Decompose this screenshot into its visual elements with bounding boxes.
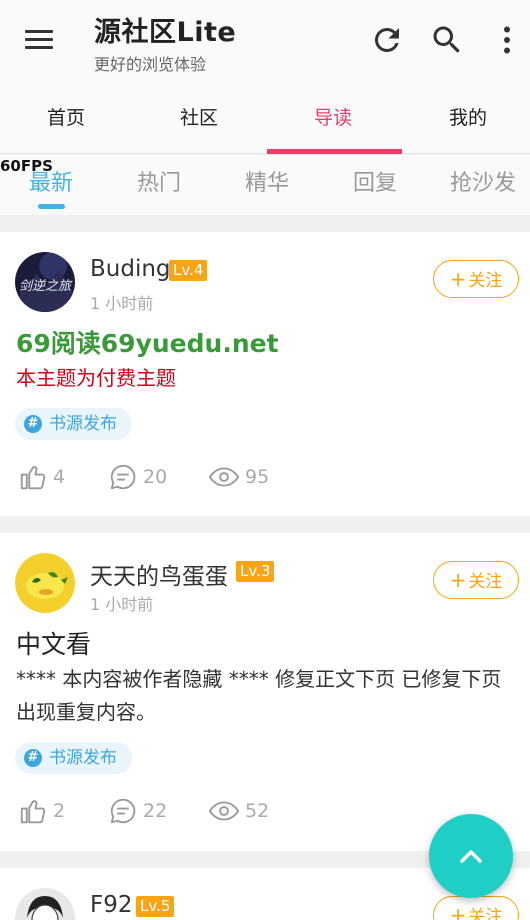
username[interactable]: Buding [90, 256, 171, 282]
post-stats: 4 20 95 [0, 458, 530, 498]
subtab-featured[interactable]: 精华 [213, 165, 321, 197]
level-badge: Lv.5 [136, 896, 175, 917]
thumbs-up-icon [20, 800, 46, 824]
level-badge: Lv.4 [169, 260, 208, 281]
tab-mine[interactable]: 我的 [402, 80, 530, 154]
thumbs-up-icon [20, 466, 46, 490]
like-button[interactable]: 4 [18, 458, 78, 498]
category-tag[interactable]: # 书源发布 [15, 742, 132, 774]
comment-count: 20 [143, 466, 168, 488]
app-subtitle: 更好的浏览体验 [94, 55, 207, 74]
avatar[interactable] [15, 888, 75, 920]
view-count-display: 52 [208, 792, 278, 832]
avatar[interactable] [15, 553, 75, 613]
comment-button[interactable]: 22 [108, 792, 178, 832]
tab-community[interactable]: 社区 [133, 80, 265, 154]
comment-count: 22 [143, 800, 168, 822]
sub-tabs: 最新 热门 精华 回复 抢沙发 [0, 155, 530, 215]
follow-button[interactable]: + 关注 [433, 896, 519, 920]
refresh-icon[interactable] [369, 22, 405, 58]
tab-indicator [267, 149, 402, 154]
post-title[interactable]: 69阅读69yuedu.net [16, 324, 279, 360]
view-count: 52 [245, 800, 270, 822]
follow-button[interactable]: + 关注 [433, 561, 519, 599]
comment-button[interactable]: 20 [108, 458, 178, 498]
post-desc: **** 本内容被作者隐藏 **** 修复正文下页 已修复下页出现重复内容。 [16, 667, 502, 724]
fps-counter: 60FPS [0, 157, 53, 175]
like-button[interactable]: 2 [18, 792, 78, 832]
app-title: 源社区Lite [94, 17, 237, 48]
subtab-sofa[interactable]: 抢沙发 [429, 165, 530, 197]
eye-icon [208, 467, 240, 487]
search-icon[interactable] [429, 22, 465, 58]
tab-home[interactable]: 首页 [0, 80, 132, 154]
post-time: 1 小时前 [90, 294, 154, 313]
comment-icon [110, 464, 136, 490]
follow-button[interactable]: + 关注 [433, 260, 519, 298]
like-count: 4 [53, 466, 66, 488]
view-count-display: 95 [208, 458, 278, 498]
comment-icon [110, 798, 136, 824]
eye-icon [208, 801, 240, 821]
hash-icon: # [24, 749, 42, 767]
avatar[interactable]: 剑逆之旅 [15, 252, 75, 312]
post-card[interactable]: 剑逆之旅 Buding Lv.4 1 小时前 + 关注 69阅读69yuedu.n… [0, 232, 530, 516]
main-tabs: 首页 社区 导读 我的 [0, 80, 530, 154]
view-count: 95 [245, 466, 270, 488]
post-title[interactable]: 中文看 [16, 625, 91, 661]
category-tag[interactable]: # 书源发布 [15, 408, 132, 440]
plus-icon: + [449, 568, 467, 592]
post-card[interactable]: 天天的鸟蛋蛋 Lv.3 1 小时前 + 关注 中文看 **** 本内容被作者隐藏 … [0, 533, 530, 851]
subtab-indicator [38, 204, 65, 209]
menu-icon[interactable] [22, 26, 56, 54]
like-count: 2 [53, 800, 66, 822]
post-time: 1 小时前 [90, 595, 154, 614]
subtab-replies[interactable]: 回复 [321, 165, 429, 197]
plus-icon: + [449, 903, 467, 920]
svg-text:剑逆之旅: 剑逆之旅 [19, 278, 73, 294]
hash-icon: # [24, 415, 42, 433]
username[interactable]: F92 [90, 892, 133, 918]
tab-guide[interactable]: 导读 [267, 80, 399, 154]
more-vert-icon[interactable] [489, 22, 525, 58]
level-badge: Lv.3 [236, 561, 275, 582]
scroll-top-button[interactable] [429, 814, 513, 898]
subtab-hot[interactable]: 热门 [105, 165, 213, 197]
chevron-up-icon [460, 850, 482, 863]
app-bar: 源社区Lite 更好的浏览体验 [0, 0, 530, 80]
username[interactable]: 天天的鸟蛋蛋 [90, 557, 228, 591]
post-desc: 本主题为付费主题 [16, 366, 176, 390]
plus-icon: + [449, 267, 467, 291]
